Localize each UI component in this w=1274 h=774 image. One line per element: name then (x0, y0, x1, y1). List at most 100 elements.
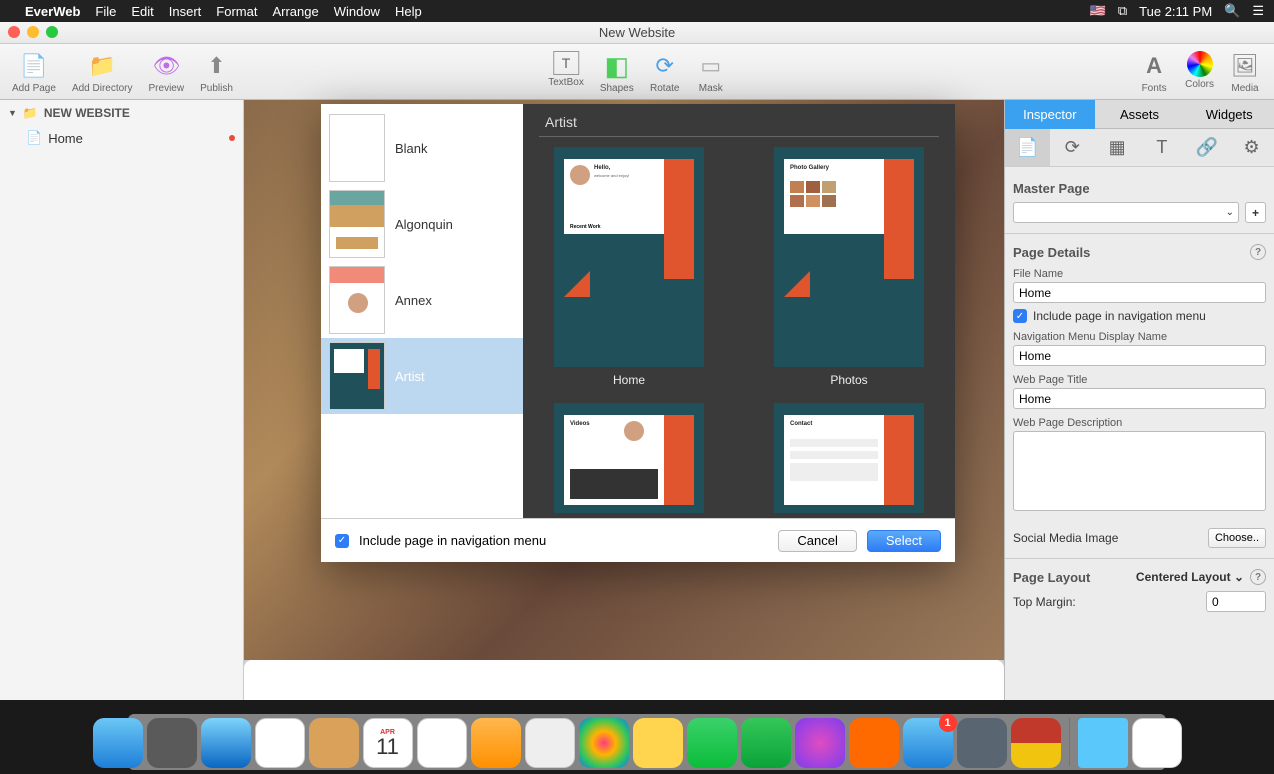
zoom-window-button[interactable] (46, 26, 58, 38)
menu-arrange[interactable]: Arrange (272, 4, 318, 19)
dock-safari-icon[interactable] (201, 718, 251, 768)
file-name-input[interactable] (1013, 282, 1266, 303)
dock-calendar-icon[interactable]: APR 11 (363, 718, 413, 768)
page-title-input[interactable] (1013, 388, 1266, 409)
template-artist[interactable]: Artist (321, 338, 523, 414)
toolbar-label: Media (1231, 83, 1258, 94)
menu-help[interactable]: Help (395, 4, 422, 19)
inspector-text-icon[interactable]: T (1139, 129, 1184, 166)
menu-edit[interactable]: Edit (131, 4, 153, 19)
tab-inspector[interactable]: Inspector (1005, 100, 1095, 129)
dock-appstore-icon[interactable]: 1 (903, 718, 953, 768)
template-list[interactable]: Blank Algonquin Annex (321, 104, 523, 518)
inspector-rotate-icon[interactable]: ⟳ (1050, 129, 1095, 166)
mask-icon: ▭ (696, 51, 726, 81)
dock-finder-icon[interactable] (93, 718, 143, 768)
dock-itunes-icon[interactable] (795, 718, 845, 768)
dock-maps-icon[interactable] (525, 718, 575, 768)
nav-display-input[interactable] (1013, 345, 1266, 366)
preview-page-photos[interactable]: Photo Gallery Photos (759, 147, 939, 393)
include-nav-checkbox[interactable]: ✓ (1013, 309, 1027, 323)
inspector-page-icon[interactable]: 📄 (1005, 129, 1050, 166)
dock-contacts-icon[interactable] (309, 718, 359, 768)
spotlight-icon[interactable]: 🔍 (1224, 3, 1240, 19)
calendar-day: 11 (376, 736, 399, 758)
dock-facetime-icon[interactable] (741, 718, 791, 768)
toolbar-label: Rotate (650, 83, 679, 94)
shapes-icon: ◧ (602, 51, 632, 81)
top-margin-input[interactable] (1206, 591, 1266, 612)
top-margin-label: Top Margin: (1013, 595, 1076, 609)
preview-page-videos[interactable]: Videos (539, 403, 719, 519)
template-annex[interactable]: Annex (321, 262, 523, 338)
dock-everweb-icon[interactable] (1011, 718, 1061, 768)
menu-insert[interactable]: Insert (169, 4, 202, 19)
menu-file[interactable]: File (95, 4, 116, 19)
toolbar-rotate[interactable]: ⟳Rotate (642, 49, 688, 94)
tab-assets[interactable]: Assets (1095, 100, 1185, 129)
menu-window[interactable]: Window (334, 4, 380, 19)
social-image-label: Social Media Image (1013, 531, 1118, 545)
toolbar-label: TextBox (548, 77, 584, 88)
inspector-link-icon[interactable]: 🔗 (1184, 129, 1229, 166)
inspector-settings-icon[interactable]: ⚙ (1229, 129, 1274, 166)
close-window-button[interactable] (8, 26, 20, 38)
dock-mail-icon[interactable] (255, 718, 305, 768)
toolbar-publish[interactable]: ⬆Publish (192, 49, 241, 94)
window-title: New Website (599, 25, 675, 40)
cancel-button[interactable]: Cancel (778, 530, 856, 552)
dock-launchpad-icon[interactable] (147, 718, 197, 768)
unsaved-indicator-icon (229, 135, 235, 141)
toolbar-add-directory[interactable]: 📁Add Directory (64, 49, 141, 94)
toolbar-media[interactable]: 🖼 Media (1222, 49, 1268, 94)
site-header[interactable]: ▼ 📁 NEW WEBSITE (0, 100, 243, 126)
page-desc-textarea[interactable] (1013, 431, 1266, 511)
preview-title: Artist (545, 114, 933, 130)
dock-ibooks-icon[interactable] (633, 718, 683, 768)
nav-display-label: Navigation Menu Display Name (1013, 331, 1266, 343)
dock-preferences-icon[interactable] (957, 718, 1007, 768)
toolbar-add-page[interactable]: 📄Add Page (4, 49, 64, 94)
sidebar-page-home[interactable]: 📄 Home (0, 126, 243, 150)
toolbar-textbox[interactable]: TTextBox (540, 49, 592, 94)
select-button[interactable]: Select (867, 530, 941, 552)
dock-messages-icon[interactable] (687, 718, 737, 768)
help-icon[interactable]: ? (1250, 244, 1266, 260)
template-algonquin[interactable]: Algonquin (321, 186, 523, 262)
modal-include-nav-checkbox[interactable]: ✓ (335, 534, 349, 548)
dock-trash-icon[interactable] (1132, 718, 1182, 768)
tab-widgets[interactable]: Widgets (1184, 100, 1274, 129)
preview-page-home[interactable]: Hello,welcome and enjoy!Recent Work Home (539, 147, 719, 393)
toolbar-mask[interactable]: ▭Mask (688, 49, 734, 94)
inspector-metrics-icon[interactable]: ▦ (1095, 129, 1140, 166)
minimize-window-button[interactable] (27, 26, 39, 38)
disclosure-triangle-icon[interactable]: ▼ (8, 108, 17, 118)
preview-page-thumb: Hello,welcome and enjoy!Recent Work (554, 147, 704, 367)
layout-mode-select[interactable]: Centered Layout ⌄ (1136, 570, 1244, 584)
template-thumbnail (329, 342, 385, 410)
template-blank[interactable]: Blank (321, 110, 523, 186)
flag-icon[interactable]: 🇺🇸 (1090, 3, 1106, 19)
dock-photos-icon[interactable] (579, 718, 629, 768)
master-page-select[interactable]: ⌄ (1013, 202, 1239, 223)
toolbar-fonts[interactable]: AFonts (1131, 49, 1177, 94)
menu-format[interactable]: Format (216, 4, 257, 19)
dock-notes-icon[interactable] (417, 718, 467, 768)
dock-reminders-icon[interactable] (471, 718, 521, 768)
choose-image-button[interactable]: Choose.. (1208, 528, 1266, 548)
dock-downloads-icon[interactable] (1078, 718, 1128, 768)
add-master-page-button[interactable]: + (1245, 202, 1266, 223)
file-plus-icon: 📄 (19, 51, 49, 81)
clock[interactable]: Tue 2:11 PM (1139, 4, 1212, 19)
preview-page-contact[interactable]: Contact (759, 403, 939, 519)
dock-ibooks2-icon[interactable] (849, 718, 899, 768)
app-menu[interactable]: EverWeb (25, 4, 80, 19)
help-icon[interactable]: ? (1250, 569, 1266, 585)
displays-icon[interactable]: ⧉ (1118, 3, 1127, 19)
media-icon: 🖼 (1230, 51, 1260, 81)
toolbar-preview[interactable]: 👁Preview (141, 49, 193, 94)
toolbar-colors[interactable]: Colors (1177, 49, 1222, 94)
toolbar-shapes[interactable]: ◧Shapes (592, 49, 642, 94)
notification-center-icon[interactable]: ☰ (1252, 3, 1264, 19)
template-preview-pane: Artist Hello,welcome and enjoy!Recent Wo… (523, 104, 955, 518)
